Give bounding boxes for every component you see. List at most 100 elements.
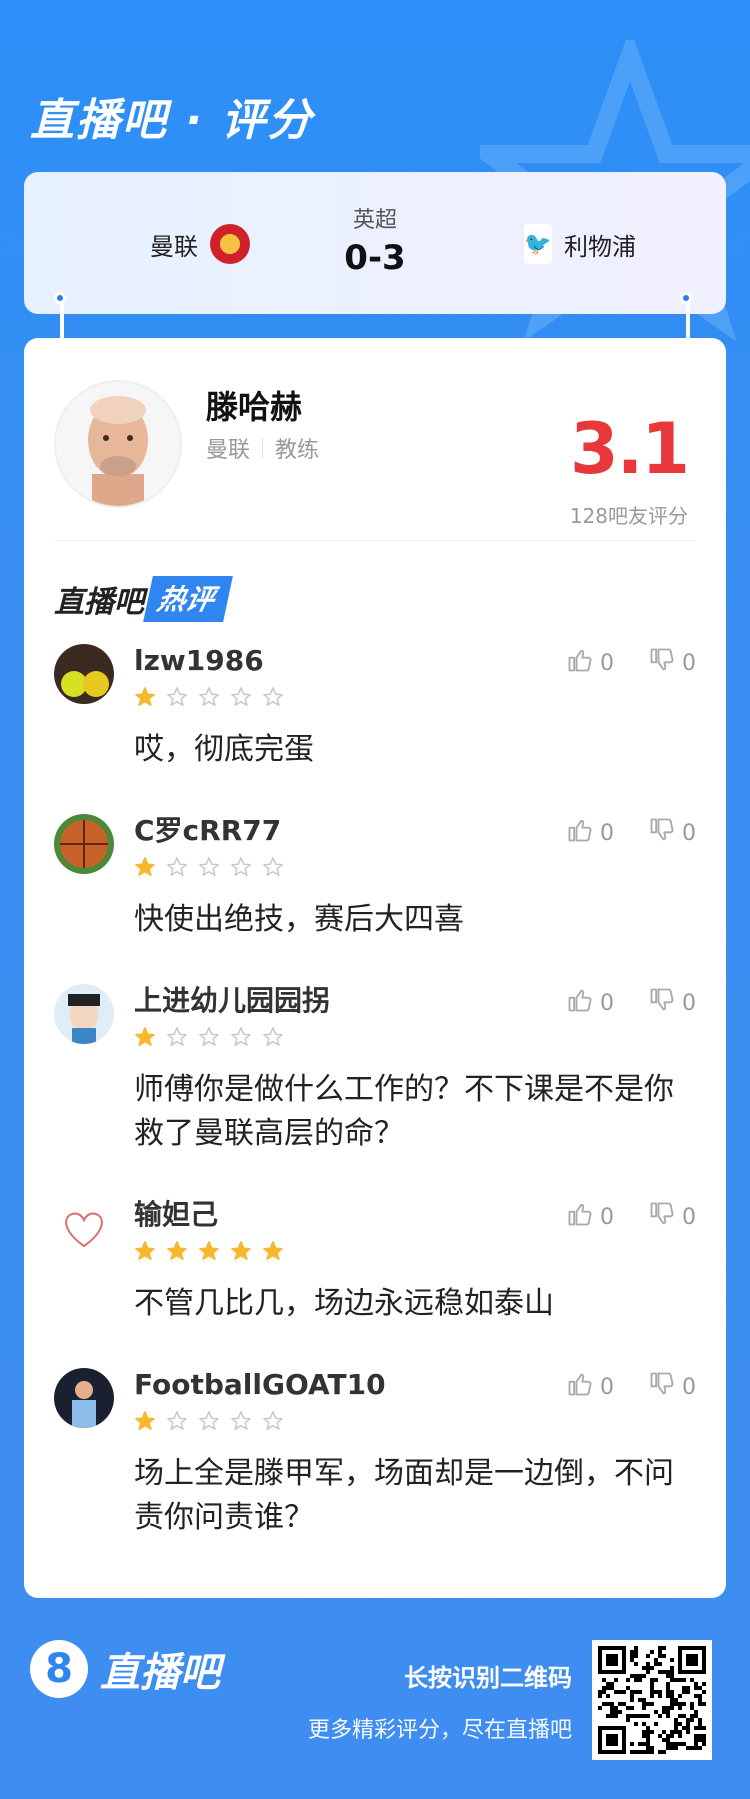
star-empty-icon: [262, 1410, 284, 1436]
dislike-button[interactable]: 0: [648, 816, 696, 850]
comment-stars: [134, 856, 696, 882]
star-filled-icon: [134, 1026, 156, 1052]
thumbs-down-icon: [648, 816, 676, 850]
thumbs-down-icon: [648, 646, 676, 680]
card-connector-right: [680, 292, 692, 352]
star-filled-icon: [198, 1240, 220, 1266]
star-empty-icon: [166, 686, 188, 712]
thumbs-up-icon: [566, 646, 594, 680]
thumbs-up-icon: [566, 986, 594, 1020]
comment-list: 0 0 lzw1986 哎，彻底完蛋 0 0 C罗cRR77 快使出绝技，赛后大…: [54, 644, 696, 1582]
basketball-avatar[interactable]: [54, 814, 114, 874]
coach-avatar: [54, 380, 182, 508]
star-filled-icon: [134, 1240, 156, 1266]
rating-score: 3.1: [569, 408, 690, 490]
hot-title-brand: 直播吧: [54, 585, 144, 620]
coach-meta: 曼联 教练: [206, 432, 319, 464]
qr-code[interactable]: [592, 1640, 712, 1760]
vote-group: 0 0: [566, 646, 696, 680]
comment-text: 哎，彻底完蛋: [134, 732, 314, 767]
star-empty-icon: [230, 1026, 252, 1052]
thumbs-down-icon: [648, 1200, 676, 1234]
footballer-avatar[interactable]: [54, 1368, 114, 1428]
comment-item: 0 0 FootballGOAT10 场上全是滕甲军，场面却是一边倒，不问责你问…: [54, 1368, 696, 1540]
star-empty-icon: [230, 686, 252, 712]
qr-hint: 长按识别二维码: [404, 1664, 572, 1692]
like-button[interactable]: 0: [566, 986, 614, 1020]
star-empty-icon: [166, 1410, 188, 1436]
divider: [54, 540, 696, 541]
heart-chart-avatar[interactable]: [54, 1198, 114, 1258]
star-empty-icon: [230, 856, 252, 882]
star-empty-icon: [262, 856, 284, 882]
thumbs-up-icon: [566, 816, 594, 850]
like-button[interactable]: 0: [566, 646, 614, 680]
like-count: 0: [600, 820, 614, 846]
star-empty-icon: [166, 856, 188, 882]
dislike-button[interactable]: 0: [648, 986, 696, 1020]
rating-count: 128吧友评分: [569, 504, 688, 528]
star-filled-icon: [134, 1410, 156, 1436]
like-count: 0: [600, 990, 614, 1016]
dislike-button[interactable]: 0: [648, 646, 696, 680]
comment-item: 0 0 上进幼儿园园拐 师傅你是做什么工作的？不下课是不是你救了曼联高层的命？: [54, 984, 696, 1156]
star-filled-icon: [262, 1240, 284, 1266]
vote-group: 0 0: [566, 1370, 696, 1404]
comment-text: 快使出绝技，赛后大四喜: [134, 902, 464, 937]
coach-team: 曼联: [206, 438, 251, 463]
vote-group: 0 0: [566, 1200, 696, 1234]
match-card[interactable]: 曼联 英超 0-3 🐦 利物浦: [24, 172, 726, 314]
comment-item: 0 0 输妲己 不管几比几，场边永远稳如泰山: [54, 1198, 696, 1326]
star-filled-icon: [230, 1240, 252, 1266]
meta-divider: [262, 438, 264, 458]
like-button[interactable]: 0: [566, 816, 614, 850]
comment-stars: [134, 1240, 696, 1266]
away-team-name: 利物浦: [564, 232, 636, 261]
coach-name: 滕哈赫: [206, 388, 303, 426]
thumbs-up-icon: [566, 1370, 594, 1404]
thumbs-down-icon: [648, 986, 676, 1020]
vote-group: 0 0: [566, 816, 696, 850]
hot-title-tag: 热评: [143, 576, 233, 622]
cartoon-boy-avatar[interactable]: [54, 984, 114, 1044]
footer-logo: 8 直播吧: [30, 1640, 220, 1698]
qr-subhint: 更多精彩评分，尽在直播吧: [307, 1718, 572, 1743]
star-empty-icon: [262, 686, 284, 712]
comment-text: 不管几比几，场边永远稳如泰山: [134, 1286, 554, 1321]
like-count: 0: [600, 1204, 614, 1230]
like-count: 0: [600, 650, 614, 676]
rating-card: 滕哈赫 曼联 教练 3.1 128吧友评分 直播吧 热评 0 0 lzw1986…: [24, 338, 726, 1598]
comment-text: 师傅你是做什么工作的？不下课是不是你救了曼联高层的命？: [134, 1072, 674, 1151]
card-connector-left: [54, 292, 66, 352]
comment-stars: [134, 1410, 696, 1436]
star-empty-icon: [230, 1410, 252, 1436]
star-filled-icon: [166, 1240, 188, 1266]
star-empty-icon: [198, 686, 220, 712]
comment-item: 0 0 lzw1986 哎，彻底完蛋: [54, 644, 696, 772]
comment-stars: [134, 686, 696, 712]
star-filled-icon: [134, 686, 156, 712]
vote-group: 0 0: [566, 986, 696, 1020]
dislike-count: 0: [682, 1374, 696, 1400]
like-button[interactable]: 0: [566, 1370, 614, 1404]
away-team: 🐦 利物浦: [524, 224, 636, 264]
dislike-count: 0: [682, 990, 696, 1016]
like-button[interactable]: 0: [566, 1200, 614, 1234]
star-empty-icon: [166, 1026, 188, 1052]
dislike-button[interactable]: 0: [648, 1200, 696, 1234]
star-empty-icon: [198, 856, 220, 882]
hot-comments-title: 直播吧 热评: [54, 576, 233, 622]
star-empty-icon: [198, 1026, 220, 1052]
dislike-button[interactable]: 0: [648, 1370, 696, 1404]
qr-code-icon: [598, 1646, 706, 1754]
star-filled-icon: [134, 856, 156, 882]
tennis-balls-avatar[interactable]: [54, 644, 114, 704]
coach-role: 教练: [275, 438, 320, 463]
star-empty-icon: [262, 1026, 284, 1052]
thumbs-up-icon: [566, 1200, 594, 1234]
comment-item: 0 0 C罗cRR77 快使出绝技，赛后大四喜: [54, 814, 696, 942]
dislike-count: 0: [682, 820, 696, 846]
zhibo8-logo-icon: 8: [30, 1640, 88, 1698]
logo-text: 直播吧: [100, 1650, 220, 1696]
comment-stars: [134, 1026, 696, 1052]
